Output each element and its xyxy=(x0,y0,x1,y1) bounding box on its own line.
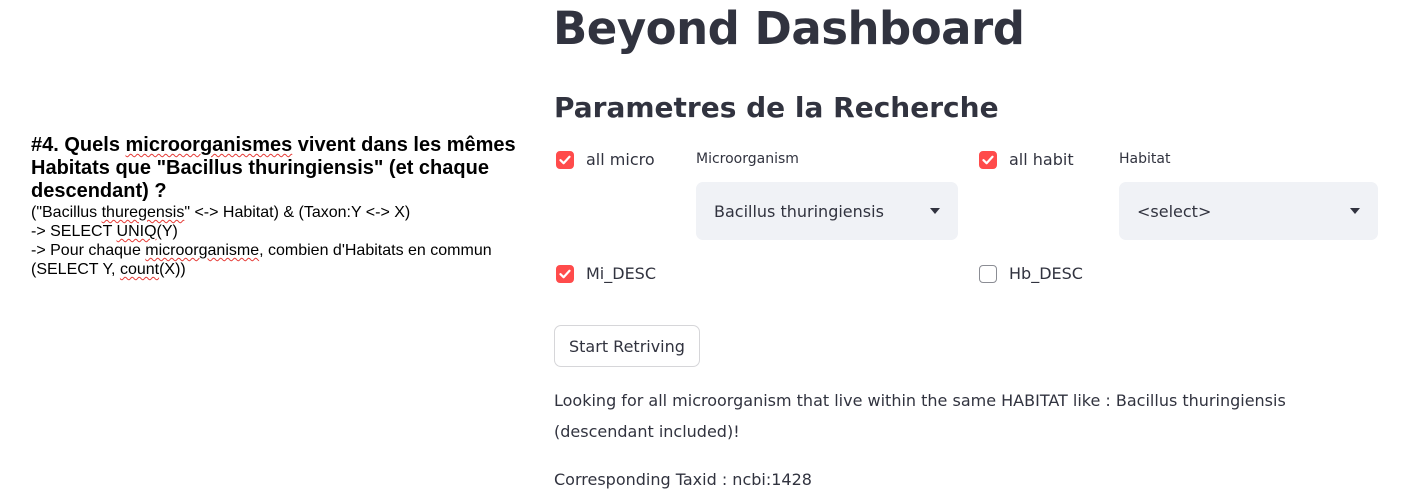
microorganism-select[interactable]: Bacillus thuringiensis xyxy=(696,182,958,240)
note-line-3-word2: count xyxy=(119,261,160,278)
note-line-3: -> Pour chaque microorganisme, combien d… xyxy=(31,241,551,279)
all-habit-label: all habit xyxy=(1009,150,1074,169)
mi-desc-box[interactable] xyxy=(556,264,574,283)
mi-desc-label: Mi_DESC xyxy=(586,264,657,283)
note-line-1-a: ("Bacillus xyxy=(31,204,102,221)
annotation-note: #4. Quels microorganismes vivent dans le… xyxy=(31,134,551,279)
note-line-1: ("Bacillus thuregensis" <-> Habitat) & (… xyxy=(31,203,551,222)
habitat-select-value: <select> xyxy=(1137,201,1212,221)
mi-desc-checkbox[interactable]: Mi_DESC xyxy=(556,264,656,283)
all-habit-checkbox[interactable]: all habit xyxy=(979,150,1074,169)
note-line-3-a: -> Pour chaque xyxy=(31,242,146,259)
all-micro-label: all micro xyxy=(586,150,655,169)
note-heading-prefix: #4. Quels xyxy=(31,134,126,156)
note-line-2-b: (Y) xyxy=(156,223,178,240)
note-line-2: -> SELECT UNIQ(Y) xyxy=(31,222,551,241)
hb-desc-box[interactable] xyxy=(979,264,997,283)
chevron-down-icon xyxy=(1350,208,1360,214)
note-heading: #4. Quels microorganismes vivent dans le… xyxy=(31,134,551,203)
hb-desc-label: Hb_DESC xyxy=(1009,264,1083,283)
microorganism-select-value: Bacillus thuringiensis xyxy=(714,201,884,221)
all-micro-box[interactable] xyxy=(556,150,574,169)
note-heading-word: microorganismes xyxy=(125,134,293,156)
habitat-label: Habitat xyxy=(1119,151,1171,167)
section-title: Parametres de la Recherche xyxy=(554,91,999,124)
microorganism-label: Microorganism xyxy=(696,151,799,167)
result-message: Looking for all microorganism that live … xyxy=(554,391,1286,441)
note-line-3-c: (X)) xyxy=(159,261,186,278)
all-micro-checkbox[interactable]: all micro xyxy=(556,150,655,169)
note-line-3-word: microorganisme xyxy=(145,242,260,259)
corresponding-taxid: Corresponding Taxid : ncbi:1428 xyxy=(554,470,812,489)
check-icon xyxy=(559,269,571,278)
habitat-select[interactable]: <select> xyxy=(1119,182,1378,240)
hb-desc-checkbox[interactable]: Hb_DESC xyxy=(979,264,1083,283)
page-title: Beyond Dashboard xyxy=(553,2,1025,55)
all-habit-box[interactable] xyxy=(979,150,997,169)
check-icon xyxy=(559,155,571,164)
chevron-down-icon xyxy=(930,208,940,214)
note-line-1-word: thuregensis xyxy=(101,204,185,221)
note-line-2-a: -> SELECT xyxy=(31,223,117,240)
note-line-2-word: UNIQ xyxy=(116,223,157,240)
start-retriving-button[interactable]: Start Retriving xyxy=(554,325,700,367)
note-line-1-b: " <-> Habitat) & (Taxon:Y <-> X) xyxy=(184,204,411,221)
check-icon xyxy=(982,155,994,164)
